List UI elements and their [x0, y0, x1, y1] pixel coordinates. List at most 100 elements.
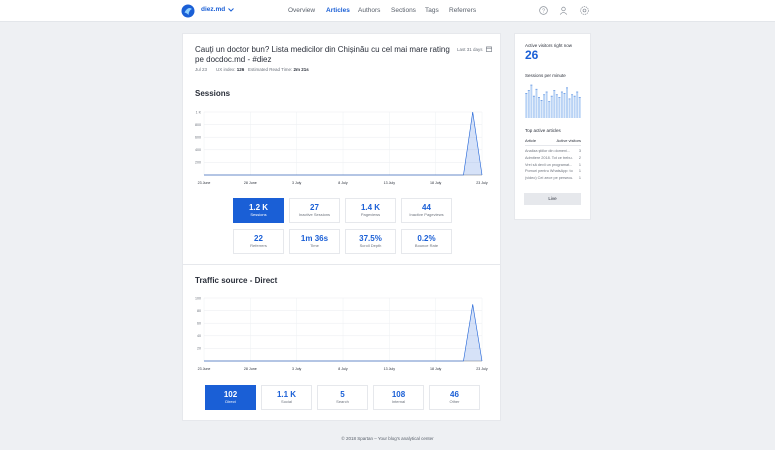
article-name: Vrei să devii un programat...: [525, 162, 573, 167]
tile-pageviews[interactable]: 1.4 K Pageviews: [345, 198, 396, 223]
table-row[interactable]: Admitere 2018. Tot ce trebu... 2: [525, 155, 581, 162]
y-tick-label: 60: [197, 322, 201, 326]
tile-value: 108: [391, 390, 406, 399]
spark-bar: [553, 90, 556, 118]
tile-referrers[interactable]: 22 Referrers: [233, 229, 284, 254]
spark-bar: [543, 94, 546, 118]
tile-inactive-pageviews[interactable]: 44 Inactive Pageviews: [401, 198, 452, 223]
spark-bar-top: [578, 97, 581, 98]
read-time-value: 2m 21s: [293, 67, 309, 72]
sessions-title: Sessions: [195, 89, 231, 98]
tile-search[interactable]: 5 Search: [317, 385, 368, 410]
spark-bar: [550, 95, 553, 118]
tile-label: Sessions: [250, 212, 267, 217]
spark-bar-top: [560, 91, 563, 93]
article-count: 1: [578, 162, 581, 167]
y-tick-label: 600: [195, 136, 201, 140]
spark-bar: [571, 94, 574, 118]
tile-time[interactable]: 1m 36s Time: [289, 229, 340, 254]
nav-overview[interactable]: Overview: [288, 7, 315, 14]
live-button[interactable]: Live: [524, 193, 581, 205]
article-name: (video) Cei zece pe persecu...: [525, 176, 573, 181]
tile-inactive-sessions[interactable]: 27 Inactive Sessions: [289, 198, 340, 223]
spark-bar: [535, 88, 538, 118]
sessions-per-minute-chart: [525, 84, 581, 118]
date-range-picker[interactable]: Last 31 days: [457, 46, 492, 52]
x-tick-label: 23 July: [476, 367, 488, 371]
x-tick-label: 8 July: [338, 181, 348, 185]
tile-value: 1.1 K: [276, 390, 297, 399]
chevron-down-icon: [228, 7, 235, 12]
spark-bar: [532, 95, 535, 118]
tile-label: Pageviews: [360, 212, 381, 217]
tile-scroll-depth[interactable]: 37.5% Scroll Depth: [345, 229, 396, 254]
y-tick-label: 20: [197, 347, 201, 351]
svg-text:?: ?: [542, 8, 545, 14]
tile-label: Bounce Rate: [414, 243, 439, 248]
tile-bounce-rate[interactable]: 0.2% Bounce Rate: [401, 229, 452, 254]
sessions-per-minute-label: Sessions per minute: [525, 73, 566, 78]
nav-tags[interactable]: Tags: [425, 7, 439, 14]
nav-articles[interactable]: Articles: [326, 7, 350, 14]
ux-index-label: UX index:: [216, 67, 236, 72]
spark-bar: [558, 97, 561, 118]
top-bar: diez.md Overview Articles Authors Sectio…: [0, 0, 775, 22]
tile-value: 1.4 K: [360, 203, 381, 212]
site-selector[interactable]: diez.md: [201, 6, 235, 13]
section-divider: [182, 264, 501, 265]
nav-referrers[interactable]: Referrers: [449, 7, 476, 14]
nav-authors[interactable]: Authors: [358, 7, 380, 14]
user-icon[interactable]: [559, 6, 568, 15]
spark-bar: [538, 97, 540, 118]
traffic-chart: 20 40 60 80 100 23 June 28 June 3 July 8 July 13 …: [195, 296, 488, 371]
spark-bar: [568, 98, 571, 118]
tile-label: Scroll Depth: [359, 243, 382, 248]
tile-other[interactable]: 46 Other: [429, 385, 480, 410]
logo-icon[interactable]: [181, 4, 195, 18]
tile-label: Other: [449, 399, 460, 404]
table-row[interactable]: (video) Cei zece pe persecu... 1: [525, 175, 581, 182]
ux-index: UX index: 126: [216, 67, 244, 72]
tile-value: 22: [254, 234, 263, 243]
x-tick-label: 28 June: [244, 181, 257, 185]
tile-value: 27: [310, 203, 319, 212]
tile-social[interactable]: 1.1 K Social: [261, 385, 312, 410]
site-name: diez.md: [201, 6, 226, 13]
calendar-icon: [485, 46, 492, 52]
tile-value: 5: [340, 390, 345, 399]
table-row[interactable]: Analiza ştiilor din domeni... 3: [525, 148, 581, 155]
x-tick-label: 23 June: [198, 367, 211, 371]
article-count: 1: [578, 169, 581, 174]
spark-bar-top: [571, 94, 574, 96]
x-tick-label: 23 July: [476, 181, 488, 185]
tile-value: 46: [450, 390, 459, 399]
settings-icon[interactable]: [580, 6, 589, 15]
spark-bar-top: [566, 87, 568, 89]
spark-bar-top: [548, 101, 551, 102]
y-tick-label: 200: [195, 161, 201, 165]
nav-sections[interactable]: Sections: [391, 7, 416, 14]
read-time: Estimated Read Time: 2m 21s: [248, 67, 309, 72]
article-count: 3: [578, 149, 581, 153]
spark-bar-top: [568, 98, 571, 100]
table-row[interactable]: Vrei să devii un programat... 1: [525, 162, 581, 169]
table-row[interactable]: Pomuri pentru WhatsApp: top... 1: [525, 168, 581, 175]
tile-label: Time: [310, 243, 319, 248]
y-tick-label: 80: [197, 309, 201, 313]
tile-sessions[interactable]: 1.2 K Sessions: [233, 198, 284, 223]
tile-label: Inactive Sessions: [298, 212, 331, 217]
tile-internal[interactable]: 108 Internal: [373, 385, 424, 410]
top-articles-table: Article Active visitors Analiza ştiilor …: [525, 138, 581, 182]
y-tick-label: 800: [195, 123, 201, 127]
tile-label: Inactive Pageviews: [409, 212, 444, 217]
spark-bar-top: [545, 91, 548, 93]
article-count: 2: [578, 155, 581, 160]
spark-bar-top: [550, 95, 553, 97]
footer-text: © 2018 Spartan – Your blog's analytical …: [341, 436, 434, 441]
spark-bar-top: [576, 91, 579, 93]
help-icon[interactable]: ?: [539, 6, 548, 15]
x-tick-label: 18 July: [430, 367, 442, 371]
tile-direct[interactable]: 102 Direct: [205, 385, 256, 410]
spark-bar: [530, 84, 533, 118]
x-tick-label: 28 June: [244, 367, 257, 371]
